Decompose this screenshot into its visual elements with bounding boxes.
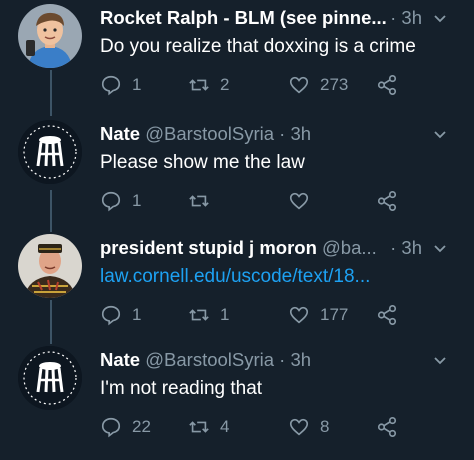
retweet-count: 1	[220, 305, 230, 324]
tweet-header: Rocket Ralph - BLM (see pinne... · 3h	[100, 4, 464, 32]
heart-icon	[289, 192, 309, 210]
tweet-text: Do you realize that doxxing is a crime	[100, 36, 416, 57]
tweet-text: Please show me the law	[100, 152, 305, 173]
avatar[interactable]	[18, 4, 82, 68]
reply-button[interactable]: 1	[100, 186, 141, 216]
heart-icon	[289, 306, 309, 324]
timestamp[interactable]: · 3h	[390, 234, 422, 262]
share-icon	[377, 417, 397, 437]
reply-button[interactable]: 22	[100, 412, 151, 442]
reply-icon	[101, 305, 121, 326]
action-bar: 1	[100, 186, 420, 216]
like-count: 177	[320, 305, 349, 324]
more-options-button[interactable]	[432, 346, 454, 374]
retweet-icon	[189, 195, 209, 207]
action-bar: 1 1 177	[100, 300, 420, 330]
retweet-count: 4	[220, 417, 230, 436]
chevron-down-icon	[434, 245, 446, 253]
barstool-logo-avatar	[18, 120, 82, 184]
share-button[interactable]	[376, 300, 408, 330]
retweet-icon	[189, 421, 209, 433]
tweet[interactable]: Nate @BarstoolSyria · 3h I'm not reading…	[0, 346, 474, 460]
action-bar: 1 2 273	[100, 70, 420, 100]
reply-count: 1	[132, 305, 142, 324]
tweet[interactable]: Rocket Ralph - BLM (see pinne... · 3h Do…	[0, 4, 474, 118]
display-name[interactable]: Rocket Ralph - BLM (see pinne...	[100, 7, 387, 28]
reply-count: 22	[132, 417, 151, 436]
tweet-header: Nate @BarstoolSyria · 3h	[100, 120, 464, 148]
tweet[interactable]: president stupid j moron @ba... · 3h law…	[0, 234, 474, 348]
tweet-link[interactable]: law.cornell.edu/uscode/text/18...	[100, 264, 370, 290]
handle[interactable]: @BarstoolSyria · 3h	[145, 123, 311, 144]
like-count: 273	[320, 75, 349, 94]
timestamp[interactable]: · 3h	[390, 4, 422, 32]
man-photo-avatar	[18, 234, 82, 298]
chevron-down-icon	[434, 15, 446, 23]
chevron-down-icon	[434, 131, 446, 139]
avatar[interactable]	[18, 346, 82, 410]
like-count: 8	[320, 417, 330, 436]
like-button[interactable]: 177	[288, 300, 348, 330]
chevron-down-icon	[434, 357, 446, 365]
tweet-text: I'm not reading that	[100, 378, 263, 399]
display-name[interactable]: Nate	[100, 123, 140, 144]
cartoon-boy-avatar	[18, 4, 82, 68]
tweet[interactable]: Nate @BarstoolSyria · 3h Please show me …	[0, 120, 474, 234]
more-options-button[interactable]	[432, 234, 454, 262]
like-button[interactable]: 8	[288, 412, 329, 442]
reply-count: 1	[132, 75, 142, 94]
share-icon	[377, 75, 397, 95]
like-button[interactable]: 273	[288, 70, 348, 100]
retweet-count: 2	[220, 75, 230, 94]
share-button[interactable]	[376, 412, 408, 442]
display-name[interactable]: Nate	[100, 349, 140, 370]
tweet-header: president stupid j moron @ba... · 3h	[100, 234, 464, 262]
avatar[interactable]	[18, 120, 82, 184]
retweet-button[interactable]: 2	[188, 70, 229, 100]
share-icon	[377, 191, 397, 211]
action-bar: 22 4 8	[100, 412, 420, 442]
reply-icon	[101, 417, 121, 438]
reply-icon	[101, 75, 121, 96]
reply-button[interactable]: 1	[100, 300, 141, 330]
reply-count: 1	[132, 191, 142, 210]
heart-icon	[289, 76, 309, 94]
handle[interactable]: @ba...	[322, 237, 377, 258]
more-options-button[interactable]	[432, 4, 454, 32]
retweet-button[interactable]: 4	[188, 412, 229, 442]
retweet-button[interactable]	[188, 186, 220, 216]
avatar[interactable]	[18, 234, 82, 298]
heart-icon	[289, 418, 309, 436]
barstool-logo-avatar	[18, 346, 82, 410]
retweet-icon	[189, 309, 209, 321]
share-icon	[377, 305, 397, 325]
tweet-header: Nate @BarstoolSyria · 3h	[100, 346, 464, 374]
share-button[interactable]	[376, 186, 408, 216]
handle[interactable]: @BarstoolSyria · 3h	[145, 349, 311, 370]
display-name[interactable]: president stupid j moron	[100, 237, 317, 258]
reply-button[interactable]: 1	[100, 70, 141, 100]
retweet-icon	[189, 79, 209, 91]
reply-icon	[101, 191, 121, 212]
more-options-button[interactable]	[432, 120, 454, 148]
share-button[interactable]	[376, 70, 408, 100]
like-button[interactable]	[288, 186, 320, 216]
retweet-button[interactable]: 1	[188, 300, 229, 330]
